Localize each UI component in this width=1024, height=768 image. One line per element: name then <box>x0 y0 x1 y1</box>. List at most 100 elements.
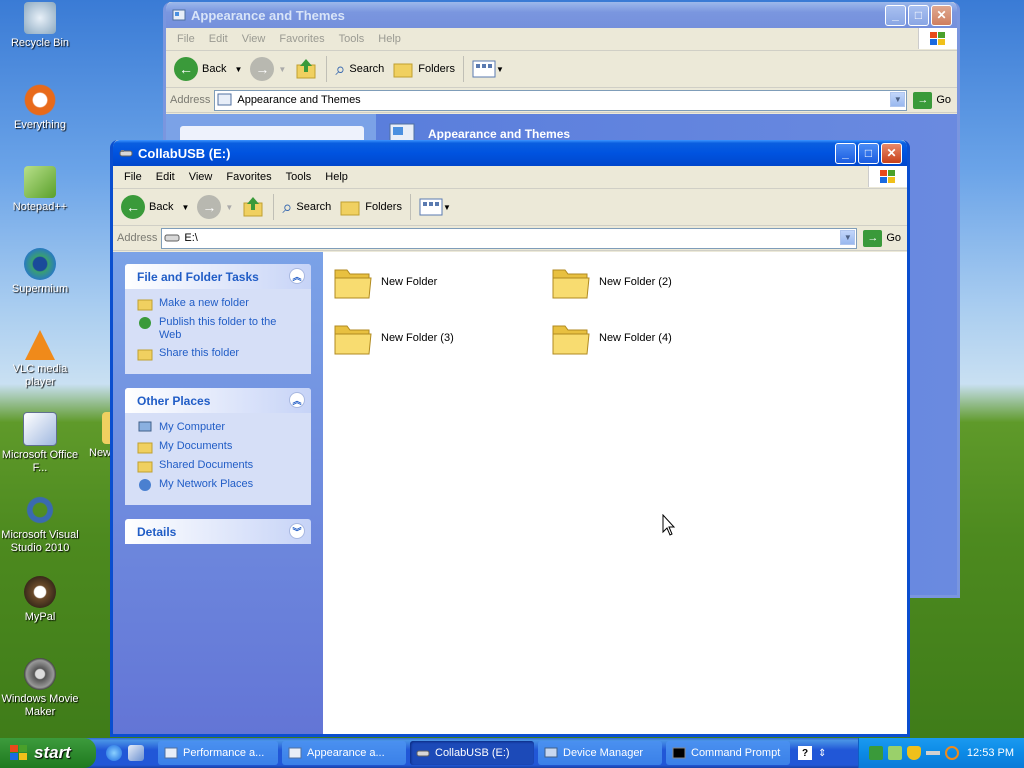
close-button[interactable]: ✕ <box>881 142 902 164</box>
internet-explorer-icon[interactable] <box>106 745 122 761</box>
window-titlebar[interactable]: Appearance and Themes _ □ ✕ <box>166 2 957 28</box>
taskbar-item[interactable]: Appearance a... <box>282 741 406 765</box>
folders-button[interactable]: Folders <box>335 192 406 222</box>
desktop-icon-recycle-bin[interactable]: Recycle Bin <box>0 2 80 50</box>
mouse-cursor-icon <box>662 514 676 536</box>
go-button[interactable]: → Go <box>913 91 951 109</box>
panel-title: File and Folder Tasks <box>137 269 259 284</box>
menu-edit[interactable]: Edit <box>149 171 182 183</box>
desktop-icon-mypal[interactable]: MyPal <box>0 576 80 624</box>
taskbar-item-label: CollabUSB (E:) <box>435 747 510 759</box>
clock[interactable]: 12:53 PM <box>967 747 1014 759</box>
network-tray-icon[interactable] <box>868 746 883 760</box>
expand-chevron-icon[interactable]: ︾ <box>289 523 305 539</box>
search-button[interactable]: ⌕ Search <box>278 192 335 222</box>
folder-item[interactable]: New Folder (3) <box>333 320 454 356</box>
collapse-chevron-icon[interactable]: ︽ <box>289 268 305 284</box>
close-button[interactable]: ✕ <box>931 4 952 26</box>
office-icon <box>23 412 57 446</box>
desktop-icon-office[interactable]: Microsoft Office F... <box>0 412 80 475</box>
file-list-view[interactable]: New Folder New Folder (2) New Folder (3)… <box>323 252 907 734</box>
chevron-down-icon[interactable]: ▼ <box>181 203 189 212</box>
search-tray-icon[interactable] <box>944 746 959 760</box>
search-icon: ⌕ <box>282 196 293 217</box>
help-icon[interactable]: ? <box>798 746 812 760</box>
usb-tray-icon[interactable] <box>887 746 902 760</box>
back-button[interactable]: ← Back ▼ <box>170 54 246 84</box>
taskbar-item-active[interactable]: CollabUSB (E:) <box>410 741 534 765</box>
my-network-places-link[interactable]: My Network Places <box>137 478 301 492</box>
desktop-icon-notepad-plus-plus[interactable]: Notepad++ <box>0 166 80 214</box>
collapse-chevron-icon[interactable]: ︽ <box>289 392 305 408</box>
show-desktop-icon[interactable] <box>128 745 144 761</box>
chevron-down-icon: ▼ <box>495 64 504 74</box>
panel-header[interactable]: File and Folder Tasks ︽ <box>125 264 311 289</box>
folders-icon <box>340 201 360 216</box>
folder-icon <box>552 269 590 299</box>
taskbar-overflow-icon[interactable]: ⇕ <box>818 748 826 759</box>
up-button[interactable] <box>290 54 322 84</box>
views-button[interactable]: ▼ <box>415 192 455 222</box>
menu-tools[interactable]: Tools <box>279 171 319 183</box>
search-button[interactable]: ⌕ Search <box>331 54 388 84</box>
desktop-icon-supermium[interactable]: Supermium <box>0 248 80 296</box>
taskbar-item[interactable]: Command Prompt <box>666 741 790 765</box>
desktop-icon-vlc[interactable]: VLC media player <box>0 330 80 389</box>
safely-remove-icon[interactable] <box>925 751 940 755</box>
address-dropdown-button[interactable]: ▼ <box>890 91 906 107</box>
folder-item[interactable]: New Folder (4) <box>551 320 672 356</box>
taskbar-item[interactable]: Device Manager <box>538 741 662 765</box>
menu-view[interactable]: View <box>182 171 220 183</box>
chevron-down-icon[interactable]: ▼ <box>234 65 242 74</box>
menu-tools[interactable]: Tools <box>332 33 372 45</box>
collabusb-window[interactable]: CollabUSB (E:) _ □ ✕ File Edit View Favo… <box>110 140 910 737</box>
mypal-icon <box>24 576 56 608</box>
menu-help[interactable]: Help <box>371 33 408 45</box>
menu-favorites[interactable]: Favorites <box>272 33 331 45</box>
maximize-button[interactable]: □ <box>908 4 929 26</box>
desktop-icon-label: Supermium <box>11 283 69 295</box>
back-button[interactable]: ← Back ▼ <box>117 192 193 222</box>
folder-item[interactable]: New Folder (2) <box>551 264 672 300</box>
security-shield-icon[interactable] <box>906 746 921 760</box>
share-folder-link[interactable]: Share this folder <box>137 347 301 361</box>
go-button[interactable]: → Go <box>863 229 901 247</box>
start-button[interactable]: start <box>0 738 96 768</box>
desktop-icon-movie-maker[interactable]: Windows Movie Maker <box>0 658 80 719</box>
maximize-button[interactable]: □ <box>858 142 879 164</box>
views-button[interactable]: ▼ <box>468 54 508 84</box>
menu-file[interactable]: File <box>117 171 149 183</box>
address-input[interactable]: Appearance and Themes ▼ <box>214 89 908 111</box>
up-button[interactable] <box>237 192 269 222</box>
folders-button[interactable]: Folders <box>388 54 459 84</box>
address-dropdown-button[interactable]: ▼ <box>840 229 856 245</box>
forward-button[interactable]: → ▼ <box>193 192 237 222</box>
make-new-folder-link[interactable]: Make a new folder <box>137 297 301 311</box>
minimize-button[interactable]: _ <box>885 4 906 26</box>
my-documents-link[interactable]: My Documents <box>137 440 301 454</box>
address-input[interactable]: E:\ ▼ <box>161 227 858 249</box>
forward-button[interactable]: → ▼ <box>246 54 290 84</box>
window-titlebar[interactable]: CollabUSB (E:) _ □ ✕ <box>113 140 907 166</box>
visual-studio-icon <box>24 494 56 526</box>
search-label: Search <box>349 63 385 75</box>
everything-icon <box>24 84 56 116</box>
desktop-icon-everything[interactable]: Everything <box>0 84 80 132</box>
menu-view[interactable]: View <box>235 33 273 45</box>
shared-documents-link[interactable]: Shared Documents <box>137 459 301 473</box>
menu-help[interactable]: Help <box>318 171 355 183</box>
panel-header[interactable]: Details ︾ <box>125 519 311 544</box>
menu-edit[interactable]: Edit <box>202 33 235 45</box>
taskbar-item[interactable]: Performance a... <box>158 741 278 765</box>
menu-file[interactable]: File <box>170 33 202 45</box>
folder-icon <box>552 325 590 355</box>
menu-favorites[interactable]: Favorites <box>219 171 278 183</box>
folder-item[interactable]: New Folder <box>333 264 437 300</box>
search-label: Search <box>296 201 332 213</box>
minimize-button[interactable]: _ <box>835 142 856 164</box>
publish-folder-link[interactable]: Publish this folder to the Web <box>137 316 301 342</box>
toolbar: ← Back ▼ → ▼ ⌕ Search Folders ▼ <box>113 189 907 226</box>
desktop-icon-visual-studio[interactable]: Microsoft Visual Studio 2010 <box>0 494 80 555</box>
my-computer-link[interactable]: My Computer <box>137 421 301 435</box>
panel-header[interactable]: Other Places ︽ <box>125 388 311 413</box>
